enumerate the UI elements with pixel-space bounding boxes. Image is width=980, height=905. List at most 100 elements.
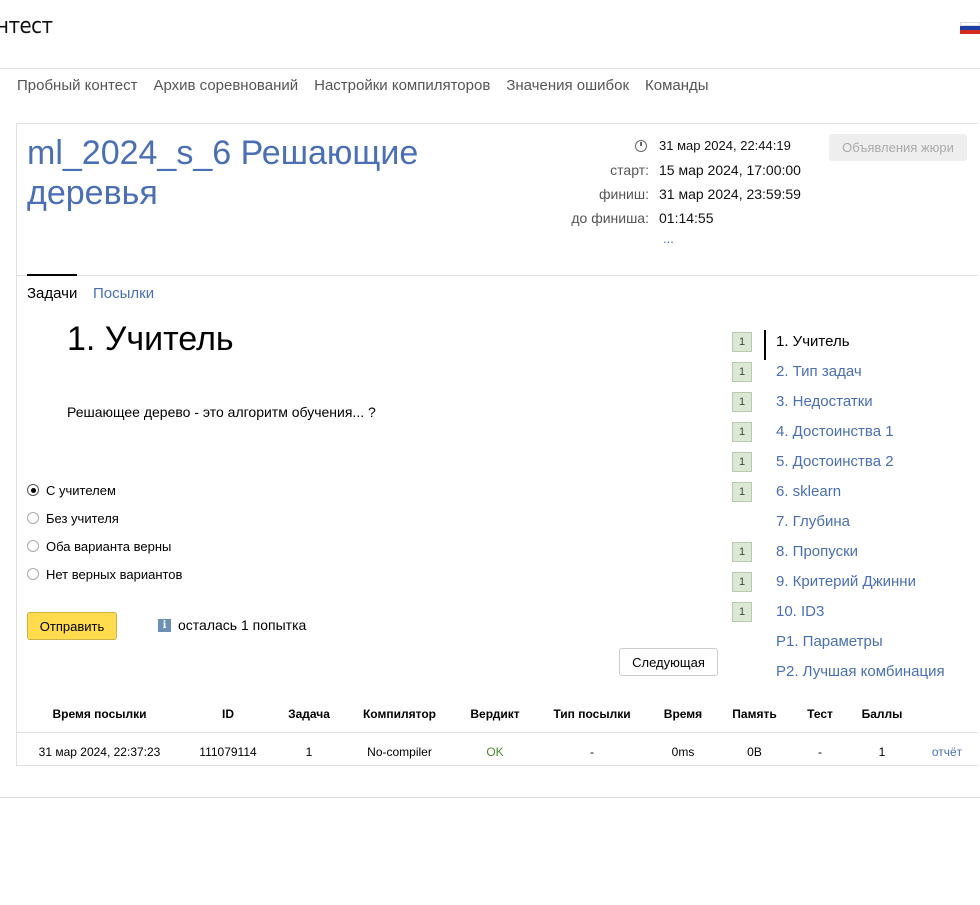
submission-test: -	[818, 744, 822, 759]
remaining-row: до финиша: 01:14:55	[0, 210, 980, 230]
option-label: Нет верных вариантов	[46, 566, 183, 582]
nav-trial-contest[interactable]: Пробный контест	[17, 77, 137, 94]
table-row: 31 мар 2024, 22:37:23 111079114 1 No-com…	[17, 733, 978, 771]
column-header: Время посылки	[17, 696, 182, 733]
table-header-row: Время посылки ID Задача Компилятор Верди…	[17, 696, 978, 733]
score-badge: 1	[732, 452, 752, 472]
submission-compiler: No-compiler	[367, 744, 432, 759]
radio-button[interactable]	[27, 568, 39, 580]
current-problem-marker	[764, 330, 766, 360]
problem-label[interactable]: 3. Недостатки	[776, 393, 873, 410]
submissions-table: Время посылки ID Задача Компилятор Верди…	[17, 696, 978, 770]
problem-label[interactable]: 7. Глубина	[776, 513, 850, 530]
problem-item-7[interactable]: 7. Глубина	[731, 512, 971, 534]
option-label: С учителем	[46, 482, 116, 498]
column-header: Время	[649, 696, 717, 733]
start-label: старт:	[610, 162, 649, 178]
problem-item-10[interactable]: 1 10. ID3	[731, 602, 971, 624]
info-icon: i	[158, 618, 171, 632]
column-header: Задача	[274, 696, 344, 733]
header-divider	[0, 68, 980, 69]
option-without-teacher[interactable]: Без учителя	[27, 509, 119, 527]
start-time: 15 мар 2024, 17:00:00	[659, 162, 801, 178]
radio-button[interactable]	[27, 540, 39, 552]
score-badge: 1	[732, 422, 752, 442]
language-flag-icon[interactable]	[960, 22, 980, 34]
tab-submissions[interactable]: Посылки	[93, 285, 154, 302]
problem-item-6[interactable]: 1 6. sklearn	[731, 482, 971, 504]
score-badge: 1	[732, 362, 752, 382]
nav-error-codes[interactable]: Значения ошибок	[506, 77, 629, 94]
option-with-teacher[interactable]: С учителем	[27, 481, 116, 499]
problem-item-p1[interactable]: P1. Параметры	[731, 632, 971, 654]
problem-label[interactable]: 4. Достоинства 1	[776, 423, 894, 440]
jury-announcements-button[interactable]: Объявления жюри	[829, 134, 967, 161]
problem-label[interactable]: P1. Параметры	[776, 633, 883, 650]
next-button[interactable]: Следующая	[619, 648, 718, 676]
remaining-time: 01:14:55	[659, 210, 714, 226]
current-time: 31 мар 2024, 22:44:19	[659, 138, 791, 153]
score-badge: 1	[732, 482, 752, 502]
column-header: Вердикт	[455, 696, 535, 733]
finish-label: финиш:	[598, 186, 649, 202]
column-header: Тип посылки	[535, 696, 649, 733]
problem-label[interactable]: 5. Достоинства 2	[776, 453, 894, 470]
option-both-correct[interactable]: Оба варианта верны	[27, 537, 171, 555]
finish-row: финиш: 31 мар 2024, 23:59:59	[0, 186, 980, 206]
problem-label[interactable]: 8. Пропуски	[776, 543, 858, 560]
column-header: Компилятор	[344, 696, 455, 733]
problem-item-3[interactable]: 1 3. Недостатки	[731, 392, 971, 414]
column-header: Тест	[792, 696, 848, 733]
problem-item-1[interactable]: 1 1. Учитель	[731, 330, 971, 360]
remaining-label: до финиша:	[571, 210, 649, 226]
footer-divider	[0, 797, 980, 798]
task-statement: Решающее дерево - это алгоритм обучения.…	[67, 404, 376, 420]
problem-item-p2[interactable]: P2. Лучшая комбинация	[731, 662, 971, 684]
nav-compiler-settings[interactable]: Настройки компиляторов	[314, 77, 490, 94]
submission-time: 31 мар 2024, 22:37:23	[38, 744, 161, 759]
score-badge: 1	[732, 542, 752, 562]
problem-label[interactable]: 2. Тип задач	[776, 363, 862, 380]
column-header	[916, 696, 978, 733]
radio-button-checked[interactable]	[27, 484, 39, 496]
score-badge: 1	[732, 572, 752, 592]
problem-item-9[interactable]: 1 9. Критерий Джинни	[731, 572, 971, 594]
submission-id: 111079114	[199, 744, 257, 759]
radio-button[interactable]	[27, 512, 39, 524]
attempts-info: i осталась 1 попытка	[158, 617, 306, 633]
submission-score: 1	[878, 744, 886, 759]
problem-item-2[interactable]: 1 2. Тип задач	[731, 362, 971, 384]
problem-label: 1. Учитель	[776, 333, 850, 350]
column-header: ID	[182, 696, 274, 733]
option-label: Оба варианта верны	[46, 538, 172, 554]
more-link[interactable]: ...	[663, 231, 674, 246]
submission-type: -	[590, 744, 594, 759]
problem-item-4[interactable]: 1 4. Достоинства 1	[731, 422, 971, 444]
nav-archive[interactable]: Архив соревнований	[153, 77, 298, 94]
problem-label[interactable]: 10. ID3	[776, 603, 824, 620]
task-title: 1. Учитель	[67, 320, 234, 358]
option-none-correct[interactable]: Нет верных вариантов	[27, 565, 182, 583]
problem-item-5[interactable]: 1 5. Достоинства 2	[731, 452, 971, 474]
problem-label[interactable]: 9. Критерий Джинни	[776, 573, 916, 590]
option-label: Без учителя	[46, 510, 119, 526]
finish-time: 31 мар 2024, 23:59:59	[659, 186, 801, 202]
problem-label[interactable]: 6. sklearn	[776, 483, 841, 500]
nav-teams[interactable]: Команды	[645, 77, 709, 94]
submit-button[interactable]: Отправить	[27, 612, 117, 640]
report-link[interactable]: отчёт	[916, 733, 978, 771]
score-badge: 1	[732, 602, 752, 622]
submission-run-time: 0ms	[671, 744, 695, 759]
logo[interactable]: нтест	[0, 14, 53, 39]
submission-task: 1	[305, 744, 313, 759]
score-badge: 1	[732, 392, 752, 412]
problem-item-8[interactable]: 1 8. Пропуски	[731, 542, 971, 564]
top-nav: Пробный контест Архив соревнований Настр…	[17, 77, 709, 94]
tabs-divider	[16, 275, 978, 276]
start-row: старт: 15 мар 2024, 17:00:00	[0, 162, 980, 182]
tab-tasks[interactable]: Задачи	[27, 274, 78, 302]
problem-label[interactable]: P2. Лучшая комбинация	[776, 663, 945, 680]
submission-memory: 0B	[747, 744, 762, 759]
score-badge: 1	[732, 332, 752, 352]
attempts-text: осталась 1 попытка	[178, 617, 307, 633]
